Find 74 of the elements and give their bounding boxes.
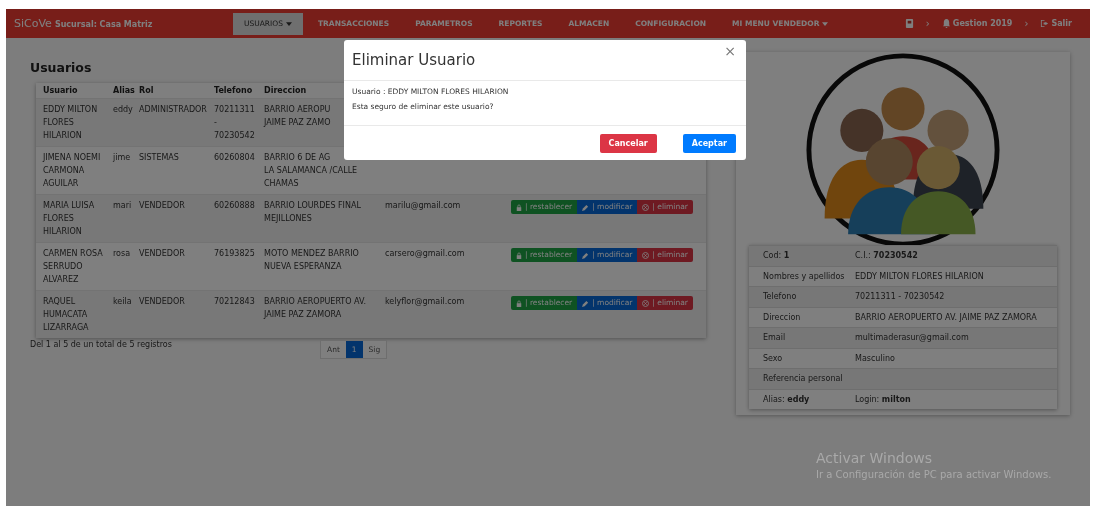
table-cell-text: RAQUEL HUMACATA LIZARRAGA bbox=[43, 296, 90, 334]
gestion-link[interactable]: Gestion 2019 bbox=[941, 19, 1013, 28]
dialog-title: Eliminar Usuario bbox=[352, 51, 476, 69]
confirm-button[interactable]: Aceptar bbox=[682, 133, 736, 153]
table-cell-text: 60260804 bbox=[214, 152, 255, 164]
close-button[interactable]: × bbox=[722, 43, 738, 59]
circle-x-icon bbox=[642, 251, 650, 259]
section-title: Usuarios bbox=[30, 60, 93, 75]
table-cell-text: keila bbox=[113, 296, 132, 308]
profile-value: 70211311 - 70230542 bbox=[855, 292, 946, 302]
records-summary: Del 1 al 5 de un total de 5 registros bbox=[30, 340, 173, 349]
table-cell-text: JIMENA NOEMI CARMONA AGUILAR bbox=[43, 152, 102, 190]
table-cell-text: BARRIO AEROPUERTO AV. JAIME PAZ ZAMORA bbox=[264, 296, 367, 321]
table-cell-text: marilu@gmail.com bbox=[385, 200, 461, 212]
table-cell-text: MOTO MENDEZ BARRIO NUEVA ESPERANZA bbox=[264, 248, 359, 273]
cancel-button[interactable]: Cancelar bbox=[599, 133, 657, 153]
column-header: Rol bbox=[139, 85, 154, 97]
column-header: Alias bbox=[113, 85, 135, 97]
table-cell-text: 70211311 - 70230542 bbox=[214, 104, 255, 142]
table-cell-text: rosa bbox=[113, 248, 131, 260]
table-cell-text: carsero@gmail.com bbox=[385, 248, 465, 260]
column-header: Telefono bbox=[214, 85, 253, 97]
lock-icon bbox=[516, 203, 522, 211]
profile-label: Alias: eddy bbox=[762, 394, 811, 404]
profile-value: Masculino bbox=[855, 353, 896, 363]
sign-out-icon bbox=[1040, 19, 1050, 28]
pencil-icon bbox=[582, 251, 590, 259]
pencil-icon bbox=[582, 203, 590, 211]
profile-label: Direccion bbox=[762, 312, 802, 322]
profile-label: Sexo bbox=[762, 353, 784, 363]
table-cell-text: VENDEDOR bbox=[139, 248, 185, 260]
profile-label: Cod: 1 bbox=[762, 251, 791, 261]
table-cell-text: 60260888 bbox=[214, 200, 255, 212]
table-cell-text: VENDEDOR bbox=[139, 200, 185, 212]
profile-label: Email bbox=[762, 333, 787, 343]
chevron-text: › bbox=[1024, 18, 1029, 29]
bell-icon bbox=[941, 19, 951, 28]
table-cell-text: MARIA LUISA FLORES HILARION bbox=[43, 200, 96, 238]
table-cell-text: mari bbox=[113, 200, 132, 212]
logout-link[interactable]: Salir bbox=[1040, 19, 1072, 28]
chevron-text: › bbox=[925, 18, 930, 29]
branch-label: Sucursal: Casa Matriz bbox=[54, 20, 153, 29]
profile-value: Login: milton bbox=[855, 394, 912, 404]
column-header: Usuario bbox=[43, 85, 78, 97]
profile-label: Nombres y apellidos bbox=[762, 271, 846, 281]
table-cell-text: BARRIO LOURDES FINAL MEJILLONES bbox=[264, 200, 361, 225]
caret-icon bbox=[822, 21, 829, 26]
profile-label: Referencia personal bbox=[762, 374, 844, 384]
table-cell-text: EDDY MILTON FLORES HILARION bbox=[43, 104, 99, 142]
profile-value: multimaderasur@gmail.com bbox=[855, 333, 970, 343]
caret-icon bbox=[285, 21, 292, 26]
table-cell-text: 76193825 bbox=[214, 248, 255, 260]
circle-x-icon bbox=[642, 203, 650, 211]
table-cell-text: SISTEMAS bbox=[139, 152, 179, 164]
profile-value: EDDY MILTON FLORES HILARION bbox=[855, 271, 985, 281]
profile-value: C.I.: 70230542 bbox=[855, 251, 919, 261]
table-cell-text: kelyflor@gmail.com bbox=[385, 296, 465, 308]
profile-value: BARRIO AEROPUERTO AV. JAIME PAZ ZAMORA bbox=[855, 312, 1038, 322]
table-cell-text: ADMINISTRADOR bbox=[139, 104, 207, 116]
table-cell-text: VENDEDOR bbox=[139, 296, 185, 308]
pencil-icon bbox=[582, 299, 590, 307]
circle-x-icon bbox=[642, 299, 650, 307]
table-cell-text: BARRIO AEROPU JAIME PAZ ZAMO bbox=[264, 104, 331, 129]
table-cell-text: BARRIO 6 DE AG LA SALAMANCA /CALLE CHAMAS bbox=[264, 152, 358, 190]
table-cell-text: 70212843 bbox=[214, 296, 255, 308]
table-cell-text: jime bbox=[113, 152, 131, 164]
table-cell-text: CARMEN ROSA SERRUDO ALVAREZ bbox=[43, 248, 104, 286]
profile-label: Telefono bbox=[762, 292, 798, 302]
column-header: Direccion bbox=[264, 85, 307, 97]
table-cell-text: eddy bbox=[113, 104, 133, 116]
id-card-icon[interactable] bbox=[904, 19, 914, 28]
app-logo-text[interactable]: SiCoVe bbox=[14, 17, 52, 30]
lock-icon bbox=[516, 299, 522, 307]
lock-icon bbox=[516, 251, 522, 259]
